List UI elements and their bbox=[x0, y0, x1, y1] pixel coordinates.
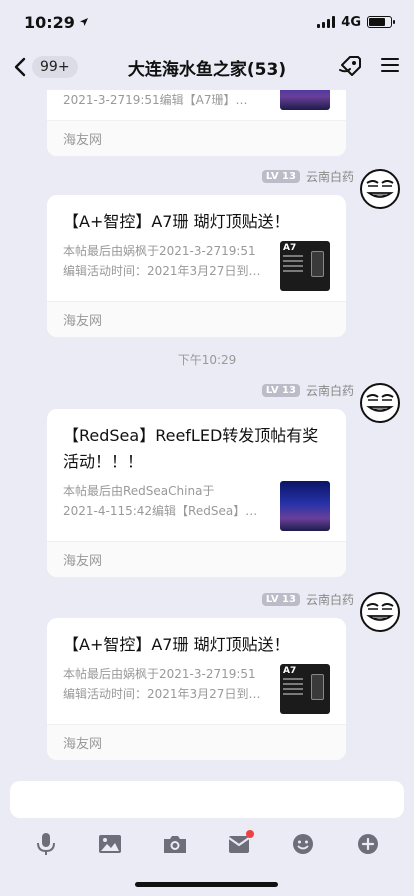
card-thumbnail bbox=[280, 481, 330, 531]
home-indicator[interactable] bbox=[135, 882, 278, 887]
camera-button[interactable] bbox=[157, 829, 193, 859]
card-thumbnail: A7 bbox=[280, 664, 330, 714]
back-button[interactable]: 99+ bbox=[12, 56, 78, 78]
sender-info: LV 13 云南白药 bbox=[261, 591, 354, 608]
card-thumbnail bbox=[280, 90, 330, 110]
sender-name: 云南白药 bbox=[305, 384, 354, 398]
message-card-2[interactable]: 【RedSea】ReefLED转发顶帖有奖 活动！！！ 本帖最后由RedSeaC… bbox=[47, 409, 346, 577]
card-source: 海友网 bbox=[47, 724, 346, 760]
plus-icon bbox=[357, 834, 378, 854]
sender-info: LV 13 云南白药 bbox=[261, 168, 354, 185]
card-desc-line: 编辑活动时间：2021年3月27日到… bbox=[63, 687, 261, 701]
avatar[interactable] bbox=[359, 168, 401, 210]
sender-name: 云南白药 bbox=[305, 593, 354, 607]
emoji-button[interactable] bbox=[285, 829, 321, 859]
level-badge: LV 13 bbox=[261, 170, 300, 183]
card-desc-line: 本帖最后由娲枫于2021-3-2719:51 bbox=[63, 667, 256, 681]
signal-icon bbox=[317, 16, 336, 28]
card-desc-line: 2021-3-2719:51编辑【A7珊】… bbox=[63, 93, 248, 107]
location-arrow-icon bbox=[79, 18, 88, 26]
network-label: 4G bbox=[341, 14, 361, 30]
avatar[interactable] bbox=[359, 382, 401, 424]
menu-icon bbox=[381, 58, 399, 72]
card-desc-line: 本帖最后由娲枫于2021-3-2719:51 bbox=[63, 244, 256, 258]
sender-name: 云南白药 bbox=[305, 170, 354, 184]
chat-area[interactable]: 2021-3-2719:51编辑【A7珊】… 海友网 LV 13 云南白药 【A… bbox=[0, 90, 414, 770]
message-card-3[interactable]: 【A+智控】A7珊 瑚灯顶贴送！ 本帖最后由娲枫于2021-3-2719:51 … bbox=[47, 618, 346, 760]
emoji-icon bbox=[293, 834, 314, 854]
card-source: 海友网 bbox=[47, 541, 346, 577]
unread-count-badge: 99+ bbox=[32, 56, 78, 78]
microphone-icon bbox=[37, 833, 56, 855]
chevron-left-icon bbox=[14, 57, 26, 77]
tag-icon bbox=[339, 56, 361, 76]
camera-icon bbox=[163, 836, 186, 853]
notification-dot bbox=[246, 830, 255, 838]
nav-bar: 99+ 大连海水鱼之家(53) bbox=[0, 44, 414, 90]
message-input[interactable] bbox=[10, 781, 404, 818]
avatar[interactable] bbox=[359, 591, 401, 633]
card-desc-line: 本帖最后由RedSeaChina于 bbox=[63, 484, 215, 498]
level-badge: LV 13 bbox=[261, 384, 300, 397]
card-title: 活动！！！ bbox=[63, 452, 144, 471]
message-timestamp: 下午10:29 bbox=[177, 353, 237, 367]
sender-info: LV 13 云南白药 bbox=[261, 382, 354, 399]
card-source: 海友网 bbox=[47, 120, 346, 156]
input-toolbar bbox=[0, 826, 414, 862]
input-area bbox=[0, 770, 414, 896]
card-title: 【A+智控】A7珊 瑚灯顶贴送！ bbox=[63, 635, 290, 654]
battery-icon bbox=[367, 16, 395, 28]
message-card-0[interactable]: 2021-3-2719:51编辑【A7珊】… 海友网 bbox=[47, 90, 346, 156]
image-button[interactable] bbox=[92, 829, 128, 859]
status-time: 10:29 bbox=[24, 12, 75, 32]
message-card-1[interactable]: 【A+智控】A7珊 瑚灯顶贴送！ 本帖最后由娲枫于2021-3-2719:51 … bbox=[47, 195, 346, 337]
voice-button[interactable] bbox=[28, 829, 64, 859]
card-title: 【RedSea】ReefLED转发顶帖有奖 bbox=[63, 426, 319, 445]
red-packet-button[interactable] bbox=[221, 829, 257, 859]
group-tag-button[interactable] bbox=[338, 53, 364, 81]
card-source: 海友网 bbox=[47, 301, 346, 337]
card-title: 【A+智控】A7珊 瑚灯顶贴送！ bbox=[63, 212, 290, 231]
menu-button[interactable] bbox=[380, 56, 400, 78]
status-bar: 10:29 4G bbox=[0, 0, 414, 44]
card-desc-line: 2021-4-115:42编辑【RedSea】… bbox=[63, 504, 258, 518]
card-thumbnail: A7 bbox=[280, 241, 330, 291]
more-button[interactable] bbox=[350, 829, 386, 859]
image-icon bbox=[99, 835, 122, 853]
level-badge: LV 13 bbox=[261, 593, 300, 606]
card-desc-line: 编辑活动时间：2021年3月27日到… bbox=[63, 264, 261, 278]
